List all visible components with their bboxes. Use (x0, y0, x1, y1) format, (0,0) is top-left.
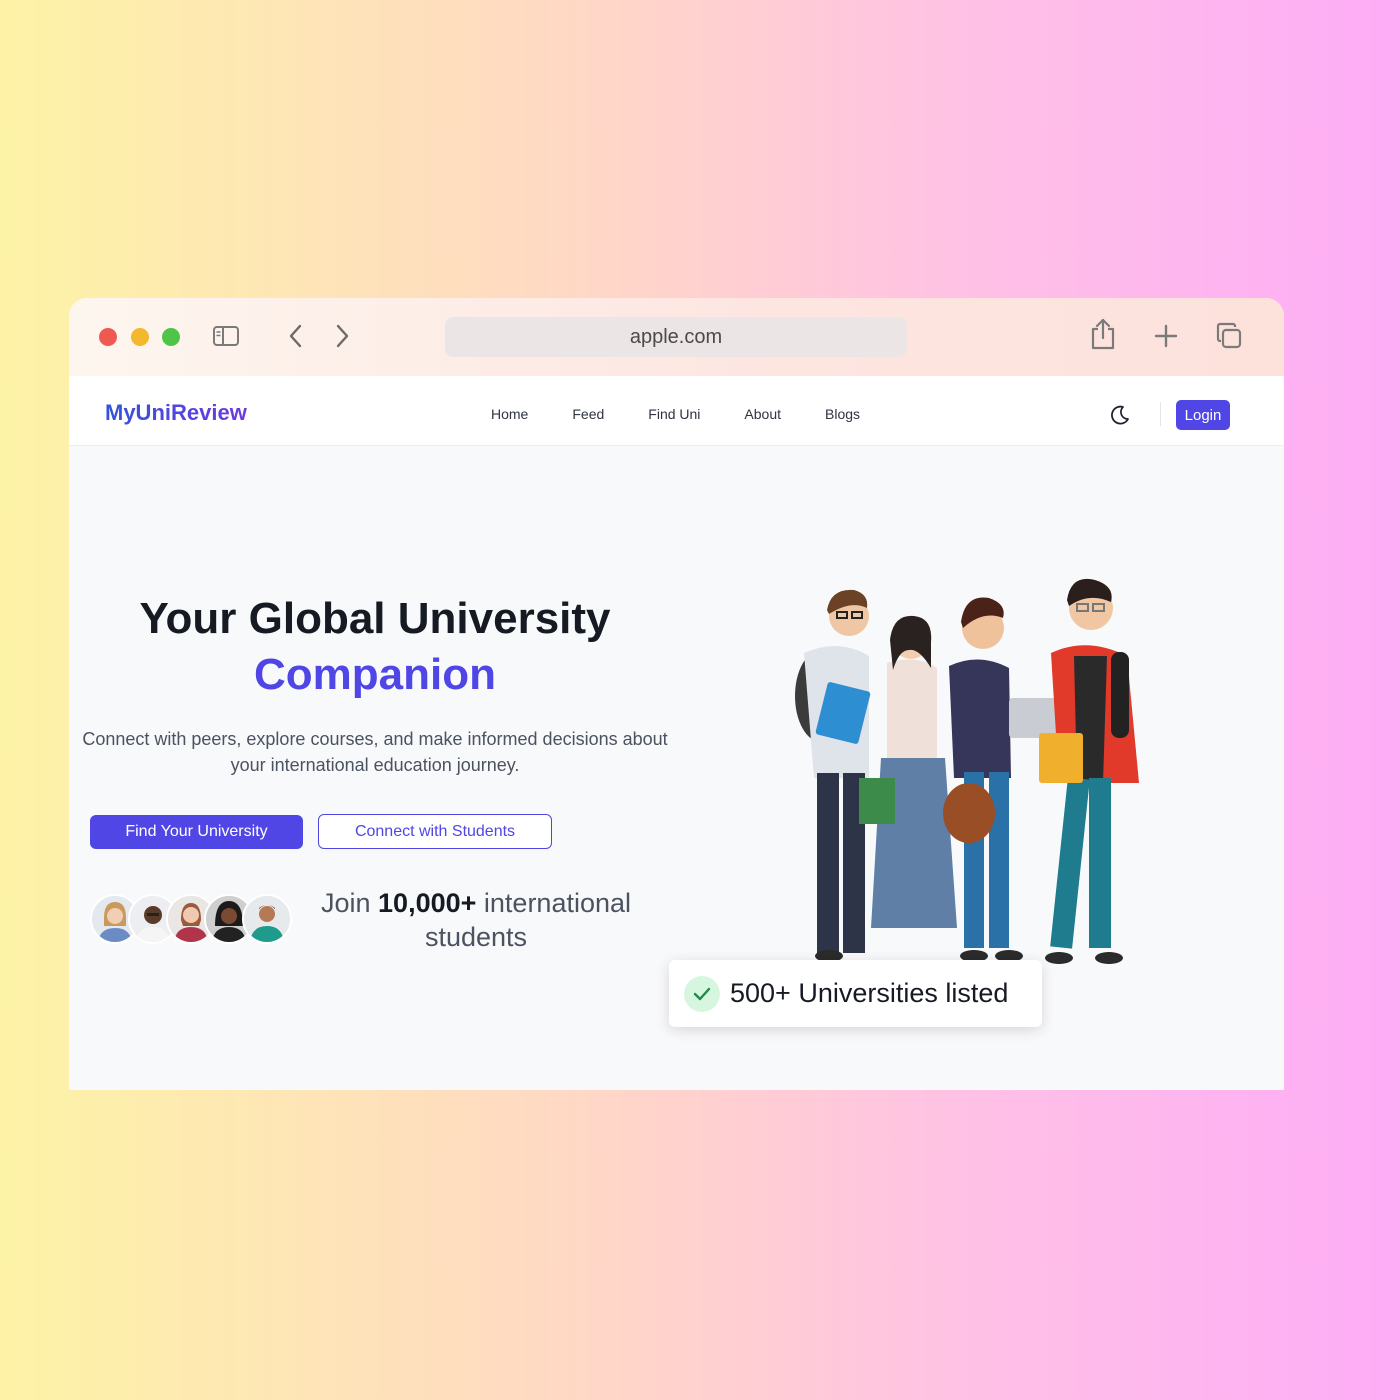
browser-window: apple.com MyUniReview Home Feed Find Uni… (69, 298, 1284, 1090)
avatar (242, 894, 292, 944)
connect-students-button[interactable]: Connect with Students (318, 814, 552, 849)
brand-logo[interactable]: MyUniReview (105, 400, 247, 426)
nav-links: Home Feed Find Uni About Blogs (491, 406, 904, 422)
student-avatars (90, 894, 292, 946)
universities-badge: 500+ Universities listed (669, 960, 1042, 1027)
share-icon[interactable] (1087, 318, 1119, 350)
hero-title-line1: Your Global University (139, 594, 611, 643)
address-bar-url: apple.com (629, 325, 723, 348)
close-window-button[interactable] (99, 328, 117, 346)
minimize-window-button[interactable] (131, 328, 149, 346)
hero-description: Connect with peers, explore courses, and… (82, 729, 668, 775)
join-prefix: Join (320, 888, 371, 918)
tabs-icon[interactable] (1213, 320, 1245, 352)
hero-title-line2: Companion (254, 650, 496, 699)
join-students-text: Join 10,000+ international students (305, 886, 647, 954)
join-count: 10,000+ (378, 888, 477, 918)
universities-badge-text: 500+ Universities listed (730, 978, 1009, 1008)
students-illustration (795, 578, 1139, 964)
nav-link-blogs[interactable]: Blogs (825, 406, 860, 422)
new-tab-icon[interactable] (1150, 320, 1182, 352)
maximize-window-button[interactable] (162, 328, 180, 346)
moon-icon[interactable] (1109, 404, 1131, 426)
login-button[interactable]: Login (1176, 400, 1230, 430)
back-icon[interactable] (280, 320, 312, 352)
sidebar-icon[interactable] (210, 320, 242, 352)
check-icon (684, 975, 720, 1012)
nav-link-about[interactable]: About (744, 406, 781, 422)
address-bar[interactable]: apple.com (445, 317, 907, 357)
site-navbar: MyUniReview Home Feed Find Uni About Blo… (69, 376, 1284, 446)
browser-toolbar: apple.com (69, 298, 1284, 376)
nav-link-find-uni[interactable]: Find Uni (648, 406, 700, 422)
nav-link-feed[interactable]: Feed (572, 406, 604, 422)
nav-link-home[interactable]: Home (491, 406, 528, 422)
find-university-button[interactable]: Find Your University (90, 815, 303, 849)
nav-divider (1160, 402, 1161, 426)
forward-icon[interactable] (326, 320, 358, 352)
